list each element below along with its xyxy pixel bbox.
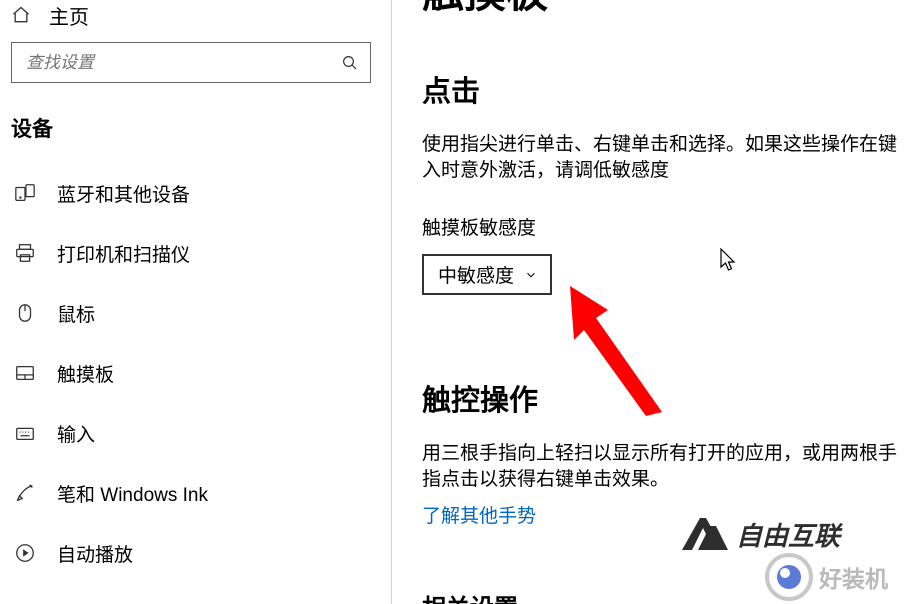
pen-icon	[13, 481, 37, 505]
chevron-down-icon	[524, 268, 538, 282]
touchpad-icon	[13, 361, 37, 385]
sidebar-item-label: 触摸板	[57, 360, 114, 387]
sidebar-item-home[interactable]: 主页	[11, 0, 391, 30]
sidebar-item-bluetooth[interactable]: 蓝牙和其他设备	[11, 163, 391, 223]
sidebar-nav-list: 蓝牙和其他设备 打印机和扫描仪 鼠标 触摸板	[11, 163, 391, 604]
sensitivity-label: 触摸板敏感度	[422, 213, 905, 240]
learn-gestures-link[interactable]: 了解其他手势	[422, 501, 536, 528]
sidebar-item-typing[interactable]: 输入	[11, 403, 391, 463]
sidebar-item-label: 笔和 Windows Ink	[57, 480, 208, 507]
section-related-heading: 相关设置	[422, 588, 905, 604]
sidebar-item-printers[interactable]: 打印机和扫描仪	[11, 223, 391, 283]
sidebar-item-label: 鼠标	[57, 300, 95, 327]
sidebar-item-touchpad[interactable]: 触摸板	[11, 343, 391, 403]
bluetooth-devices-icon	[13, 181, 37, 205]
sidebar-item-label: 打印机和扫描仪	[57, 240, 190, 267]
section-tap-heading: 点击	[422, 68, 905, 110]
sidebar-item-label: 主页	[49, 1, 89, 30]
sidebar-item-label: 自动播放	[57, 540, 133, 567]
search-settings[interactable]	[11, 42, 371, 83]
mouse-icon	[13, 301, 37, 325]
keyboard-icon	[13, 421, 37, 445]
sidebar-item-autoplay[interactable]: 自动播放	[11, 523, 391, 583]
sensitivity-value: 中敏感度	[438, 261, 514, 288]
search-icon	[340, 53, 360, 73]
sidebar-item-usb[interactable]: USB	[11, 583, 391, 604]
autoplay-icon	[13, 541, 37, 565]
sidebar-item-pen[interactable]: 笔和 Windows Ink	[11, 463, 391, 523]
home-icon	[11, 5, 31, 25]
sidebar-item-label: 蓝牙和其他设备	[57, 180, 190, 207]
section-touchops-desc: 用三根手指向上轻扫以显示所有打开的应用，或用两根手指点击以获得右键单击效果。	[422, 441, 905, 492]
settings-sidebar: 主页 设备 蓝牙和其他设备 打印机和扫描仪	[0, 0, 392, 604]
sensitivity-dropdown[interactable]: 中敏感度	[422, 254, 552, 295]
section-touchops-heading: 触控操作	[422, 377, 905, 419]
page-title: 触摸板	[422, 0, 905, 14]
settings-content: 触摸板 点击 使用指尖进行单击、右键单击和选择。如果这些操作在键入时意外激活，请…	[392, 0, 905, 604]
sidebar-item-mouse[interactable]: 鼠标	[11, 283, 391, 343]
sidebar-item-label: 输入	[57, 420, 95, 447]
sidebar-section-title: 设备	[11, 113, 391, 143]
printer-icon	[13, 241, 37, 265]
section-tap-desc: 使用指尖进行单击、右键单击和选择。如果这些操作在键入时意外激活，请调低敏感度	[422, 132, 905, 183]
search-input[interactable]	[26, 53, 340, 73]
